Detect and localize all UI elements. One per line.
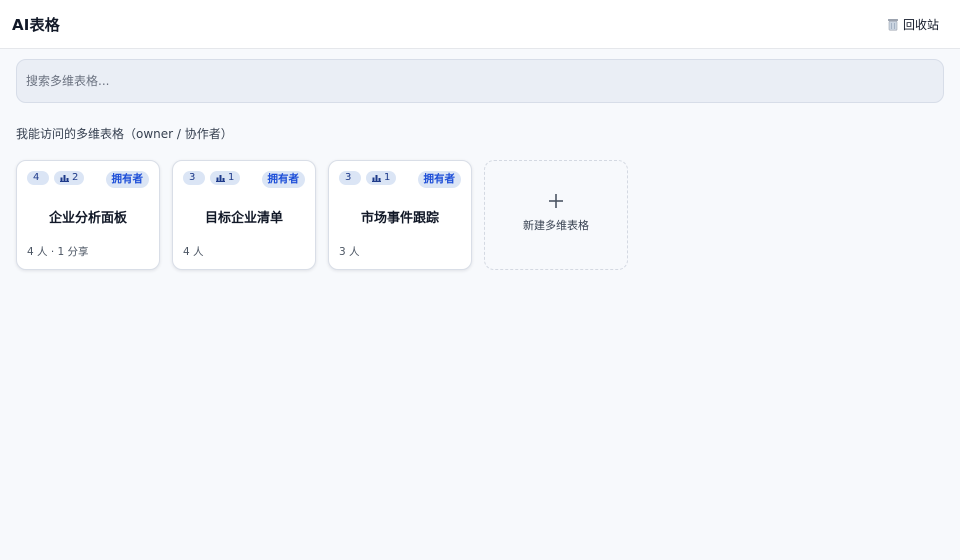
trash-button[interactable]: 回收站 xyxy=(887,16,948,33)
card-chips: 4 2 xyxy=(27,171,85,185)
card-chips: 3 1 xyxy=(339,171,397,185)
table-card[interactable]: 3 1 拥有者 市场事件跟踪 3 人 xyxy=(328,160,472,270)
bar-count-value: 1 xyxy=(384,172,391,183)
new-table-label: 新建多维表格 xyxy=(523,219,589,232)
count-chip: 3 xyxy=(339,171,361,185)
trash-label: 回收站 xyxy=(902,17,939,32)
count-chip: 4 xyxy=(27,171,49,185)
count-chip-value: 3 xyxy=(345,172,352,183)
card-chips: 3 1 xyxy=(183,171,241,185)
top-bar: AI表格 回收站 xyxy=(0,0,960,49)
bar-count-value: 2 xyxy=(72,172,79,183)
card-meta: 4 人 xyxy=(183,246,204,258)
count-chip-value: 3 xyxy=(189,172,196,183)
count-chip: 3 xyxy=(183,171,205,185)
table-card-list: 4 2 拥有者 企业分析面板 4 人 · 1 分享 3 1 拥有者 目标企业清单… xyxy=(16,160,960,270)
bar-count-chip: 2 xyxy=(54,171,85,185)
trash-icon xyxy=(887,18,898,31)
app-title: AI表格 xyxy=(12,15,60,34)
table-card[interactable]: 4 2 拥有者 企业分析面板 4 人 · 1 分享 xyxy=(16,160,160,270)
search-area xyxy=(0,49,960,103)
plus-icon xyxy=(549,194,563,208)
card-meta: 4 人 · 1 分享 xyxy=(27,246,89,258)
bar-count-chip: 1 xyxy=(366,171,397,185)
bar-chart-icon xyxy=(60,175,69,182)
card-name: 市场事件跟踪 xyxy=(360,211,439,226)
owner-badge: 拥有者 xyxy=(417,171,461,188)
card-name: 企业分析面板 xyxy=(48,211,127,226)
bar-chart-icon xyxy=(216,175,225,182)
count-chip-value: 4 xyxy=(33,172,40,183)
owner-badge: 拥有者 xyxy=(105,171,149,188)
bar-chart-icon xyxy=(372,175,381,182)
owner-badge: 拥有者 xyxy=(261,171,305,188)
bar-count-value: 1 xyxy=(228,172,235,183)
new-table-button[interactable]: 新建多维表格 xyxy=(484,160,628,270)
search-input[interactable] xyxy=(16,59,944,103)
card-meta: 3 人 xyxy=(339,246,360,258)
section-title: 我能访问的多维表格（owner / 协作者） xyxy=(16,127,233,141)
bar-count-chip: 1 xyxy=(210,171,241,185)
table-card[interactable]: 3 1 拥有者 目标企业清单 4 人 xyxy=(172,160,316,270)
card-name: 目标企业清单 xyxy=(204,211,283,226)
